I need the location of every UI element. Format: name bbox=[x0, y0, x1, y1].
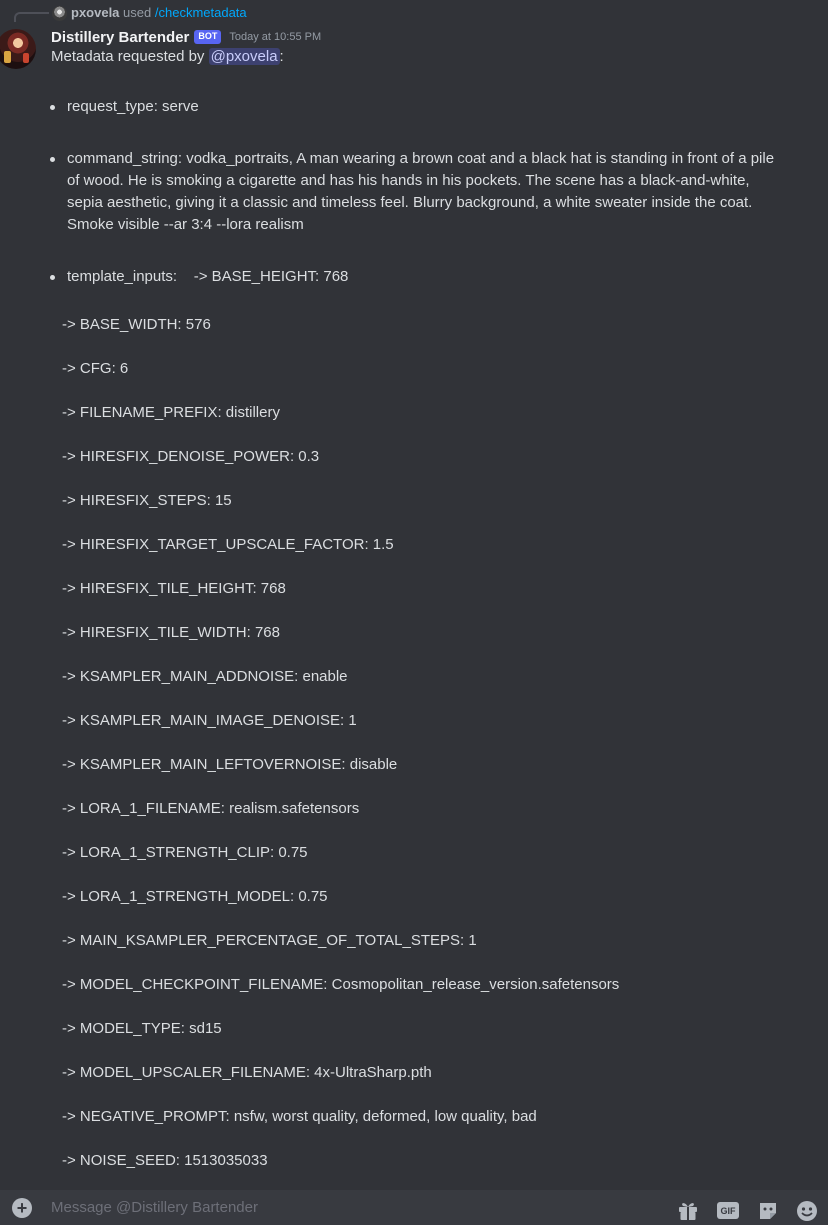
param-line: -> HIRESFIX_TILE_HEIGHT: 768 bbox=[62, 580, 286, 597]
add-attachment-button[interactable]: + bbox=[12, 1198, 32, 1218]
param-line: -> MODEL_TYPE: sd15 bbox=[62, 1020, 222, 1037]
param-line: -> CFG: 6 bbox=[62, 360, 129, 377]
param-line: -> MAIN_KSAMPLER_PERCENTAGE_OF_TOTAL_STE… bbox=[62, 932, 477, 949]
param-line: -> HIRESFIX_TILE_WIDTH: 768 bbox=[62, 624, 280, 641]
intro-prefix: Metadata requested by bbox=[51, 48, 205, 65]
message-composer: + Message @Distillery Bartender GIF bbox=[0, 1190, 828, 1225]
bullet-dot bbox=[50, 157, 55, 162]
bot-badge: BOT bbox=[194, 30, 222, 44]
param-line: -> LORA_1_STRENGTH_MODEL: 0.75 bbox=[62, 888, 328, 905]
reply-avatar[interactable] bbox=[52, 6, 67, 21]
message-header: Distillery Bartender BOT Today at 10:55 … bbox=[51, 26, 321, 48]
param-line: -> HIRESFIX_STEPS: 15 bbox=[62, 492, 232, 509]
param-line: -> KSAMPLER_MAIN_IMAGE_DENOISE: 1 bbox=[62, 712, 357, 729]
author-name[interactable]: Distillery Bartender bbox=[51, 29, 189, 46]
param-line: -> MODEL_CHECKPOINT_FILENAME: Cosmopolit… bbox=[62, 976, 620, 993]
gif-icon[interactable]: GIF bbox=[717, 1202, 739, 1219]
avatar-glass-decoration bbox=[23, 53, 29, 63]
param-line: -> NEGATIVE_PROMPT: nsfw, worst quality,… bbox=[62, 1108, 537, 1125]
message-input[interactable]: Message @Distillery Bartender bbox=[51, 1199, 258, 1216]
param-line: -> MODEL_UPSCALER_FILENAME: 4x-UltraShar… bbox=[62, 1064, 432, 1081]
param-line: -> LORA_1_FILENAME: realism.safetensors bbox=[62, 800, 360, 817]
emoji-icon[interactable] bbox=[796, 1201, 818, 1221]
list-item-text: command_string: vodka_portraits, A man w… bbox=[67, 150, 775, 233]
bullet-dot bbox=[50, 105, 55, 110]
reply-used-text: used bbox=[123, 5, 152, 20]
intro-suffix: : bbox=[279, 48, 284, 65]
list-item-text: request_type: serve bbox=[67, 98, 199, 115]
param-line: -> KSAMPLER_MAIN_ADDNOISE: enable bbox=[62, 668, 348, 685]
param-line: -> LORA_1_STRENGTH_CLIP: 0.75 bbox=[62, 844, 308, 861]
param-line: -> BASE_WIDTH: 576 bbox=[62, 316, 211, 333]
chat-window: pxovela used /checkmetadata Distillery B… bbox=[0, 0, 828, 1225]
param-line: -> FILENAME_PREFIX: distillery bbox=[62, 404, 280, 421]
reply-username[interactable]: pxovela bbox=[71, 5, 119, 20]
message-intro: Metadata requested by @pxovela: bbox=[51, 48, 284, 65]
reply-command[interactable]: /checkmetadata bbox=[155, 5, 247, 20]
reply-context: pxovela used /checkmetadata bbox=[71, 5, 247, 20]
gift-icon[interactable] bbox=[677, 1201, 699, 1221]
param-line: -> HIRESFIX_DENOISE_POWER: 0.3 bbox=[62, 448, 320, 465]
message-timestamp: Today at 10:55 PM bbox=[229, 31, 322, 43]
reply-spine bbox=[14, 12, 49, 22]
param-line: -> HIRESFIX_TARGET_UPSCALE_FACTOR: 1.5 bbox=[62, 536, 394, 553]
avatar-glass-decoration bbox=[4, 51, 11, 63]
param-line: -> KSAMPLER_MAIN_LEFTOVERNOISE: disable bbox=[62, 756, 398, 773]
param-line: -> NOISE_SEED: 1513035033 bbox=[62, 1152, 268, 1169]
user-mention[interactable]: @pxovela bbox=[208, 48, 280, 65]
list-item-text: template_inputs: -> BASE_HEIGHT: 768 bbox=[67, 268, 349, 285]
bot-avatar[interactable] bbox=[0, 29, 36, 69]
sticker-icon[interactable] bbox=[757, 1201, 779, 1221]
bullet-dot bbox=[50, 275, 55, 280]
